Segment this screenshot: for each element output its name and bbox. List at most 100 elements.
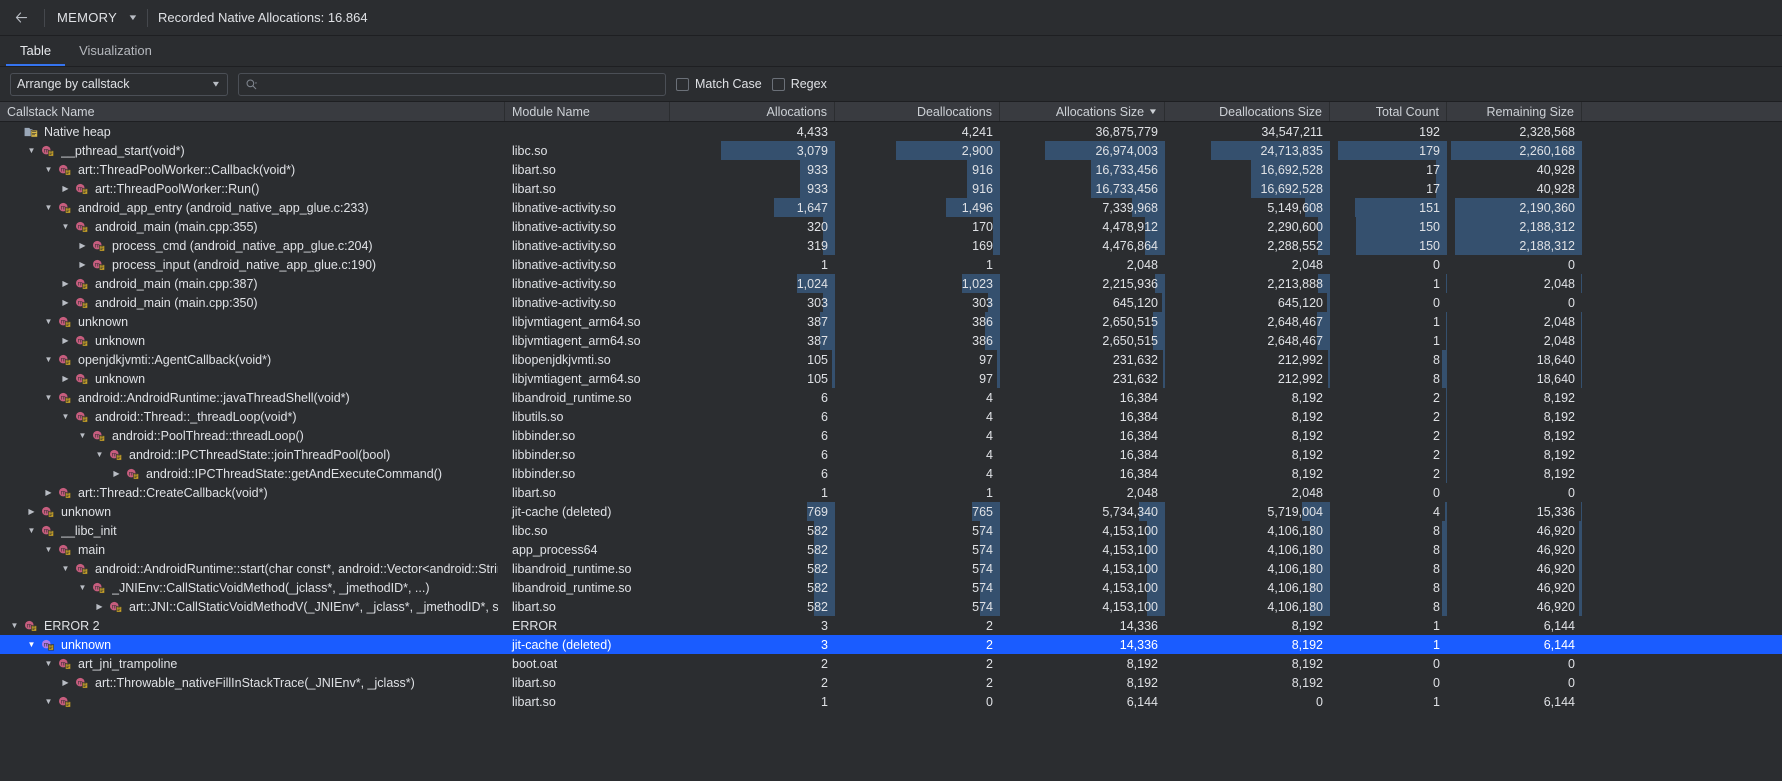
cell-value: 2,048 [1544, 277, 1575, 291]
table-row[interactable]: ▶mart::Throwable_nativeFillInStackTrace(… [0, 673, 1782, 692]
table-row[interactable]: ▼mandroid::AndroidRuntime::javaThreadShe… [0, 388, 1782, 407]
tree-expand-collapse-icon-closed[interactable]: ▶ [59, 184, 72, 193]
table-row[interactable]: ▼mandroid_main (main.cpp:355)libnative-a… [0, 217, 1782, 236]
table-row[interactable]: ▶munknownlibjvmtiagent_arm64.so3873862,6… [0, 331, 1782, 350]
table-row[interactable]: ▼mart::ThreadPoolWorker::Callback(void*)… [0, 160, 1782, 179]
table-row[interactable]: ▼mmainapp_process645825744,153,1004,106,… [0, 540, 1782, 559]
column-header-remaining-size[interactable]: Remaining Size [1447, 102, 1582, 121]
tree-expand-collapse-icon-closed[interactable]: ▶ [110, 469, 123, 478]
callstack-name-label: art::JNI::CallStaticVoidMethodV(_JNIEnv*… [129, 600, 498, 614]
cell-dealloc-size: 8,192 [1165, 635, 1330, 654]
cell-deallocations: 574 [835, 540, 1000, 559]
callstack-name-label: art::ThreadPoolWorker::Run() [95, 182, 259, 196]
tree-expand-collapse-icon-closed[interactable]: ▶ [76, 260, 89, 269]
table-row[interactable]: ▶mandroid_main (main.cpp:387)libnative-a… [0, 274, 1782, 293]
column-header-allocations-size[interactable]: Allocations Size▼ [1000, 102, 1165, 121]
tree-expand-collapse-icon-open[interactable]: ▼ [25, 146, 38, 155]
table-row[interactable]: ▼mERROR 2ERROR3214,3368,19216,144 [0, 616, 1782, 635]
back-button[interactable] [8, 5, 34, 31]
table-row[interactable]: ▶mart::ThreadPoolWorker::Run()libart.so9… [0, 179, 1782, 198]
tree-expand-collapse-icon-open[interactable]: ▼ [42, 697, 55, 706]
cell-value: 16,384 [1120, 448, 1158, 462]
tree-expand-collapse-icon-open[interactable]: ▼ [42, 317, 55, 326]
module-name-cell: libbinder.so [505, 464, 670, 483]
tree-expand-collapse-icon-open[interactable]: ▼ [93, 450, 106, 459]
toolbar-divider-2 [147, 9, 148, 27]
column-header-total-count[interactable]: Total Count [1330, 102, 1447, 121]
module-name-label: libc.so [512, 524, 547, 538]
table-row[interactable]: ▶mart::JNI::CallStaticVoidMethodV(_JNIEn… [0, 597, 1782, 616]
cell-value: 105 [807, 372, 828, 386]
table-row[interactable]: ▼mopenjdkjvmti::AgentCallback(void*)libo… [0, 350, 1782, 369]
column-header-deallocations-size[interactable]: Deallocations Size [1165, 102, 1330, 121]
column-header-module-name[interactable]: Module Name [505, 102, 670, 121]
tree-expand-collapse-icon-closed[interactable]: ▶ [59, 298, 72, 307]
tab-visualization[interactable]: Visualization [65, 36, 166, 66]
tree-expand-collapse-icon-closed[interactable]: ▶ [59, 678, 72, 687]
table-row[interactable]: ▼mandroid::IPCThreadState::joinThreadPoo… [0, 445, 1782, 464]
table-row[interactable]: ▶mart::Thread::CreateCallback(void*)liba… [0, 483, 1782, 502]
column-header-callstack-name[interactable]: Callstack Name [0, 102, 505, 121]
table-row[interactable]: ▼mart_jni_trampolineboot.oat228,1928,192… [0, 654, 1782, 673]
table-row[interactable]: ▶mandroid::IPCThreadState::getAndExecute… [0, 464, 1782, 483]
callstack-name-label: art::ThreadPoolWorker::Callback(void*) [78, 163, 295, 177]
cell-allocations: 387 [670, 312, 835, 331]
search-input[interactable] [238, 73, 666, 96]
table-row[interactable]: ▼mandroid::AndroidRuntime::start(char co… [0, 559, 1782, 578]
tree-expand-collapse-icon-open[interactable]: ▼ [76, 431, 89, 440]
cell-remaining-size: 40,928 [1447, 160, 1582, 179]
tab-table[interactable]: Table [6, 36, 65, 66]
table-row[interactable]: Native heap4,4334,24136,875,77934,547,21… [0, 122, 1782, 141]
tree-expand-collapse-icon-open[interactable]: ▼ [42, 393, 55, 402]
tree-expand-collapse-icon-closed[interactable]: ▶ [76, 241, 89, 250]
table-row[interactable]: ▼mandroid::Thread::_threadLoop(void*)lib… [0, 407, 1782, 426]
table-row[interactable]: ▼mandroid_app_entry (android_native_app_… [0, 198, 1782, 217]
arrange-by-select[interactable]: Arrange by callstack ▼ [10, 73, 228, 96]
cell-value: 4,433 [797, 125, 828, 139]
tree-expand-collapse-icon-open[interactable]: ▼ [42, 165, 55, 174]
tree-expand-collapse-icon-open[interactable]: ▼ [76, 583, 89, 592]
tree-expand-collapse-icon-open[interactable]: ▼ [25, 526, 38, 535]
table-row[interactable]: ▼mandroid::PoolThread::threadLoop()libbi… [0, 426, 1782, 445]
table-row[interactable]: ▼mlibart.so106,144016,144 [0, 692, 1782, 711]
table-row[interactable]: ▶mprocess_input (android_native_app_glue… [0, 255, 1782, 274]
tree-expand-collapse-icon-open[interactable]: ▼ [25, 640, 38, 649]
table-row-selected[interactable]: ▼munknownjit-cache (deleted)3214,3368,19… [0, 635, 1782, 654]
table-row[interactable]: ▶munknownjit-cache (deleted)7697655,734,… [0, 502, 1782, 521]
tree-expand-collapse-icon-closed[interactable]: ▶ [25, 507, 38, 516]
tree-expand-collapse-icon-open[interactable]: ▼ [42, 203, 55, 212]
table-row[interactable]: ▼m_JNIEnv::CallStaticVoidMethod(_jclass*… [0, 578, 1782, 597]
column-header-allocations[interactable]: Allocations [670, 102, 835, 121]
table-row[interactable]: ▶mandroid_main (main.cpp:350)libnative-a… [0, 293, 1782, 312]
tree-expand-collapse-icon-closed[interactable]: ▶ [59, 279, 72, 288]
column-header-deallocations[interactable]: Deallocations [835, 102, 1000, 121]
tree-expand-collapse-icon-open[interactable]: ▼ [42, 659, 55, 668]
tree-expand-collapse-icon-closed[interactable]: ▶ [59, 374, 72, 383]
tree-expand-collapse-icon-open[interactable]: ▼ [59, 412, 72, 421]
table-row[interactable]: ▼munknownlibjvmtiagent_arm64.so3873862,6… [0, 312, 1782, 331]
value-bar [1446, 312, 1447, 331]
cell-value: 8,192 [1544, 391, 1575, 405]
match-case-checkbox[interactable]: Match Case [676, 77, 762, 91]
regex-checkbox[interactable]: Regex [772, 77, 827, 91]
table-row[interactable]: ▼m__pthread_start(void*)libc.so3,0792,90… [0, 141, 1782, 160]
table-row[interactable]: ▼m__libc_initlibc.so5825744,153,1004,106… [0, 521, 1782, 540]
tree-expand-collapse-icon-open[interactable]: ▼ [42, 355, 55, 364]
tree-expand-collapse-icon-open[interactable]: ▼ [59, 222, 72, 231]
table-row[interactable]: ▶mprocess_cmd (android_native_app_glue.c… [0, 236, 1782, 255]
svg-text:m: m [44, 509, 49, 515]
table-row[interactable]: ▶munknownlibjvmtiagent_arm64.so10597231,… [0, 369, 1782, 388]
tree-expand-collapse-icon-closed[interactable]: ▶ [93, 602, 106, 611]
tree-expand-collapse-icon-closed[interactable]: ▶ [59, 336, 72, 345]
svg-text:m: m [61, 205, 66, 211]
cell-value: 4,106,180 [1267, 543, 1323, 557]
tree-expand-collapse-icon-closed[interactable]: ▶ [42, 488, 55, 497]
cell-alloc-size: 16,733,456 [1000, 179, 1165, 198]
memory-label: MEMORY [55, 10, 119, 25]
svg-text:m: m [61, 357, 66, 363]
cell-remaining-size: 2,048 [1447, 274, 1582, 293]
tree-expand-collapse-icon-open[interactable]: ▼ [59, 564, 72, 573]
chevron-down-icon[interactable]: ▼ [127, 13, 138, 22]
tree-expand-collapse-icon-open[interactable]: ▼ [8, 621, 21, 630]
tree-expand-collapse-icon-open[interactable]: ▼ [42, 545, 55, 554]
